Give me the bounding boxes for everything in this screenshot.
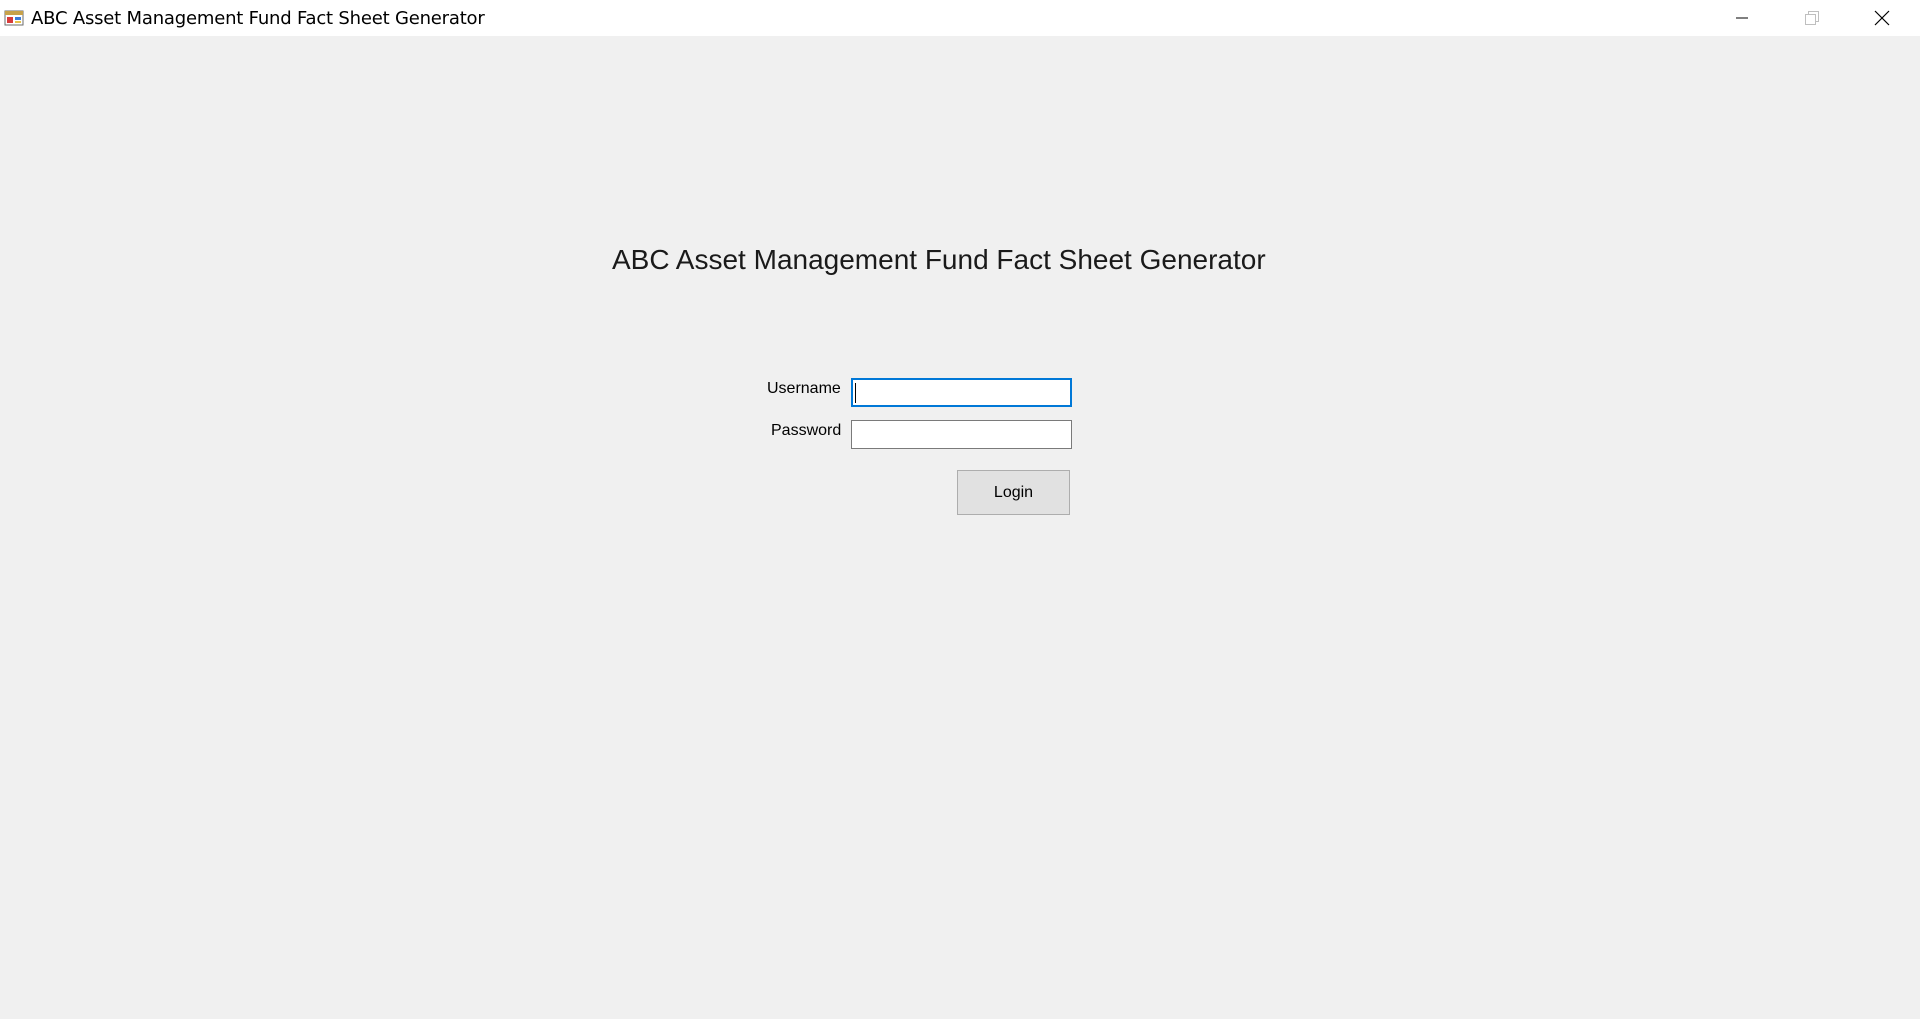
minimize-icon: [1736, 17, 1748, 19]
app-window: ABC Asset Management Fund Fact Sheet Gen…: [0, 0, 1920, 1019]
password-label: Password: [771, 422, 842, 439]
close-icon: [1874, 10, 1890, 26]
password-input[interactable]: [851, 420, 1072, 449]
restore-icon: [1805, 11, 1819, 25]
close-button[interactable]: [1848, 0, 1916, 36]
window-title: ABC Asset Management Fund Fact Sheet Gen…: [31, 8, 485, 29]
username-label: Username: [767, 380, 841, 397]
login-form: [0, 36, 1920, 1019]
text-caret: [855, 383, 856, 403]
minimize-button[interactable]: [1708, 0, 1776, 36]
form-heading: ABC Asset Management Fund Fact Sheet Gen…: [612, 244, 1266, 275]
title-bar[interactable]: ABC Asset Management Fund Fact Sheet Gen…: [0, 0, 1920, 36]
maximize-button[interactable]: [1778, 0, 1846, 36]
app-icon: [4, 10, 24, 26]
username-input[interactable]: [851, 378, 1072, 407]
login-button[interactable]: Login: [957, 470, 1070, 515]
